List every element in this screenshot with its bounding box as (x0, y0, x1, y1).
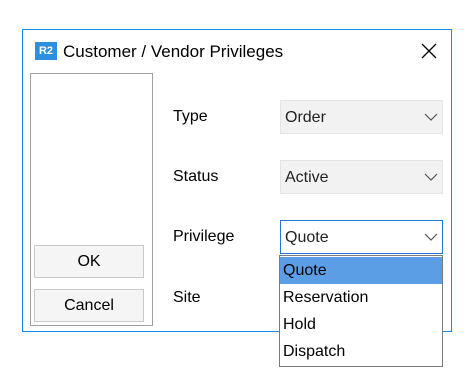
chevron-down-icon (424, 173, 438, 181)
title-bar: R2 Customer / Vendor Privileges (23, 30, 451, 72)
privilege-label: Privilege (173, 228, 235, 245)
dialog-title: Customer / Vendor Privileges (63, 42, 284, 61)
cancel-button[interactable]: Cancel (34, 289, 144, 322)
status-value: Active (285, 169, 329, 186)
chevron-down-icon (424, 233, 438, 241)
app-icon: R2 (35, 42, 57, 60)
privilege-dropdown-list: Quote Reservation Hold Dispatch (279, 255, 443, 367)
ok-button[interactable]: OK (34, 245, 144, 278)
privilege-value: Quote (285, 229, 329, 246)
chevron-down-icon (424, 113, 438, 121)
option-reservation[interactable]: Reservation (280, 284, 442, 311)
status-label: Status (173, 168, 219, 185)
type-value: Order (285, 109, 326, 126)
option-dispatch[interactable]: Dispatch (280, 338, 442, 365)
status-select[interactable]: Active (280, 160, 443, 194)
option-quote[interactable]: Quote (280, 257, 442, 284)
privilege-select[interactable]: Quote (280, 220, 443, 254)
close-button[interactable] (417, 39, 441, 63)
close-icon (421, 43, 437, 59)
type-label: Type (173, 108, 208, 125)
site-label: Site (173, 289, 201, 306)
option-hold[interactable]: Hold (280, 311, 442, 338)
type-select[interactable]: Order (280, 100, 443, 134)
